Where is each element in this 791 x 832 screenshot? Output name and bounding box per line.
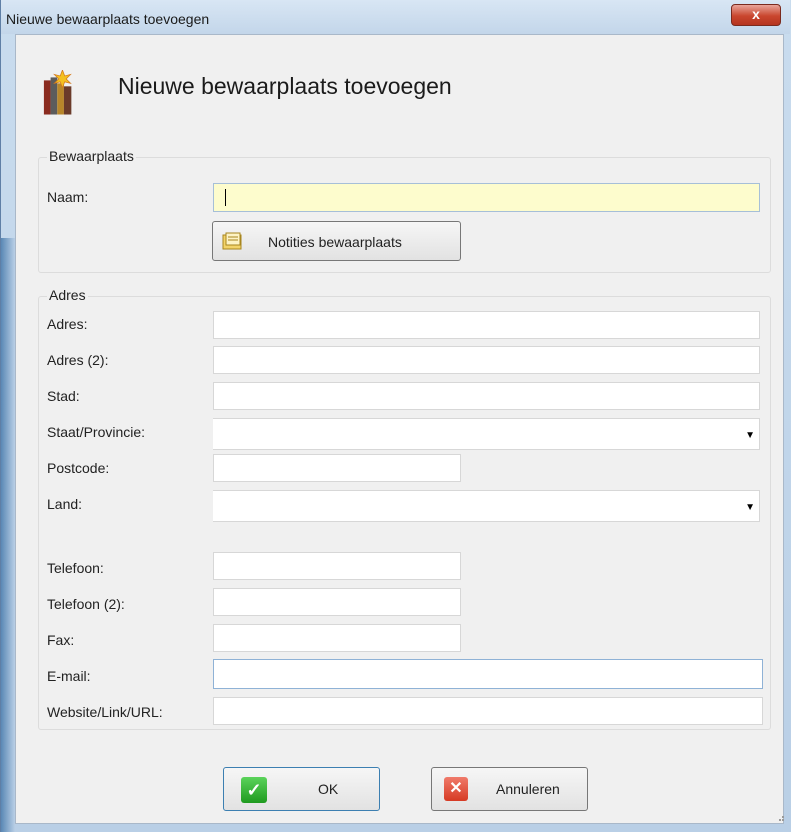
chevron-down-icon: ▼: [745, 430, 755, 441]
stad-input[interactable]: [213, 382, 760, 410]
books-star-icon: [43, 70, 72, 115]
postcode-label: Postcode:: [47, 460, 110, 476]
adres-group-title: Adres: [47, 287, 88, 303]
notities-button[interactable]: Notities bewaarplaats: [212, 221, 461, 261]
dialog-window: Nieuwe bewaarplaats toevoegen x Nieuwe b…: [0, 0, 791, 832]
close-button[interactable]: x: [731, 4, 781, 26]
adres-label: Adres:: [47, 316, 88, 332]
notities-button-label: Notities bewaarplaats: [268, 234, 402, 250]
land-label: Land:: [47, 496, 83, 512]
ok-button[interactable]: ✓ OK: [223, 767, 380, 811]
bewaarplaats-group-title: Bewaarplaats: [47, 148, 136, 164]
text-caret: [225, 189, 226, 206]
chevron-down-icon: ▼: [745, 502, 755, 513]
stad-label: Stad:: [47, 388, 80, 404]
staat-dropdown[interactable]: ▼: [213, 418, 760, 450]
cancel-x-icon: ✕: [444, 777, 468, 801]
adres-input[interactable]: [213, 311, 760, 339]
ok-button-label: OK: [318, 781, 339, 797]
resize-grip-icon[interactable]: [775, 812, 785, 822]
staat-label: Staat/Provincie:: [47, 424, 146, 440]
land-dropdown[interactable]: ▼: [213, 490, 760, 522]
title-bar[interactable]: Nieuwe bewaarplaats toevoegen x: [1, 0, 790, 34]
naam-label: Naam:: [47, 189, 89, 205]
telefoon2-input[interactable]: [213, 588, 461, 616]
email-input[interactable]: [213, 659, 763, 689]
window-left-edge: [1, 238, 15, 832]
fax-input[interactable]: [213, 624, 461, 652]
cancel-button-label: Annuleren: [496, 781, 560, 797]
website-label: Website/Link/URL:: [47, 704, 163, 720]
checkmark-icon: ✓: [241, 777, 267, 803]
folder-notes-icon: [222, 232, 242, 250]
window-title: Nieuwe bewaarplaats toevoegen: [6, 11, 210, 27]
email-label: E-mail:: [47, 668, 91, 684]
page-title: Nieuwe bewaarplaats toevoegen: [118, 73, 452, 99]
adres2-input[interactable]: [213, 346, 760, 374]
cancel-button[interactable]: ✕ Annuleren: [431, 767, 588, 811]
telefoon-label: Telefoon:: [47, 560, 104, 576]
website-input[interactable]: [213, 697, 763, 725]
postcode-input[interactable]: [213, 454, 461, 482]
telefoon2-label: Telefoon (2):: [47, 596, 125, 612]
naam-input[interactable]: [213, 183, 760, 212]
adres2-label: Adres (2):: [47, 352, 109, 368]
fax-label: Fax:: [47, 632, 75, 648]
telefoon-input[interactable]: [213, 552, 461, 580]
